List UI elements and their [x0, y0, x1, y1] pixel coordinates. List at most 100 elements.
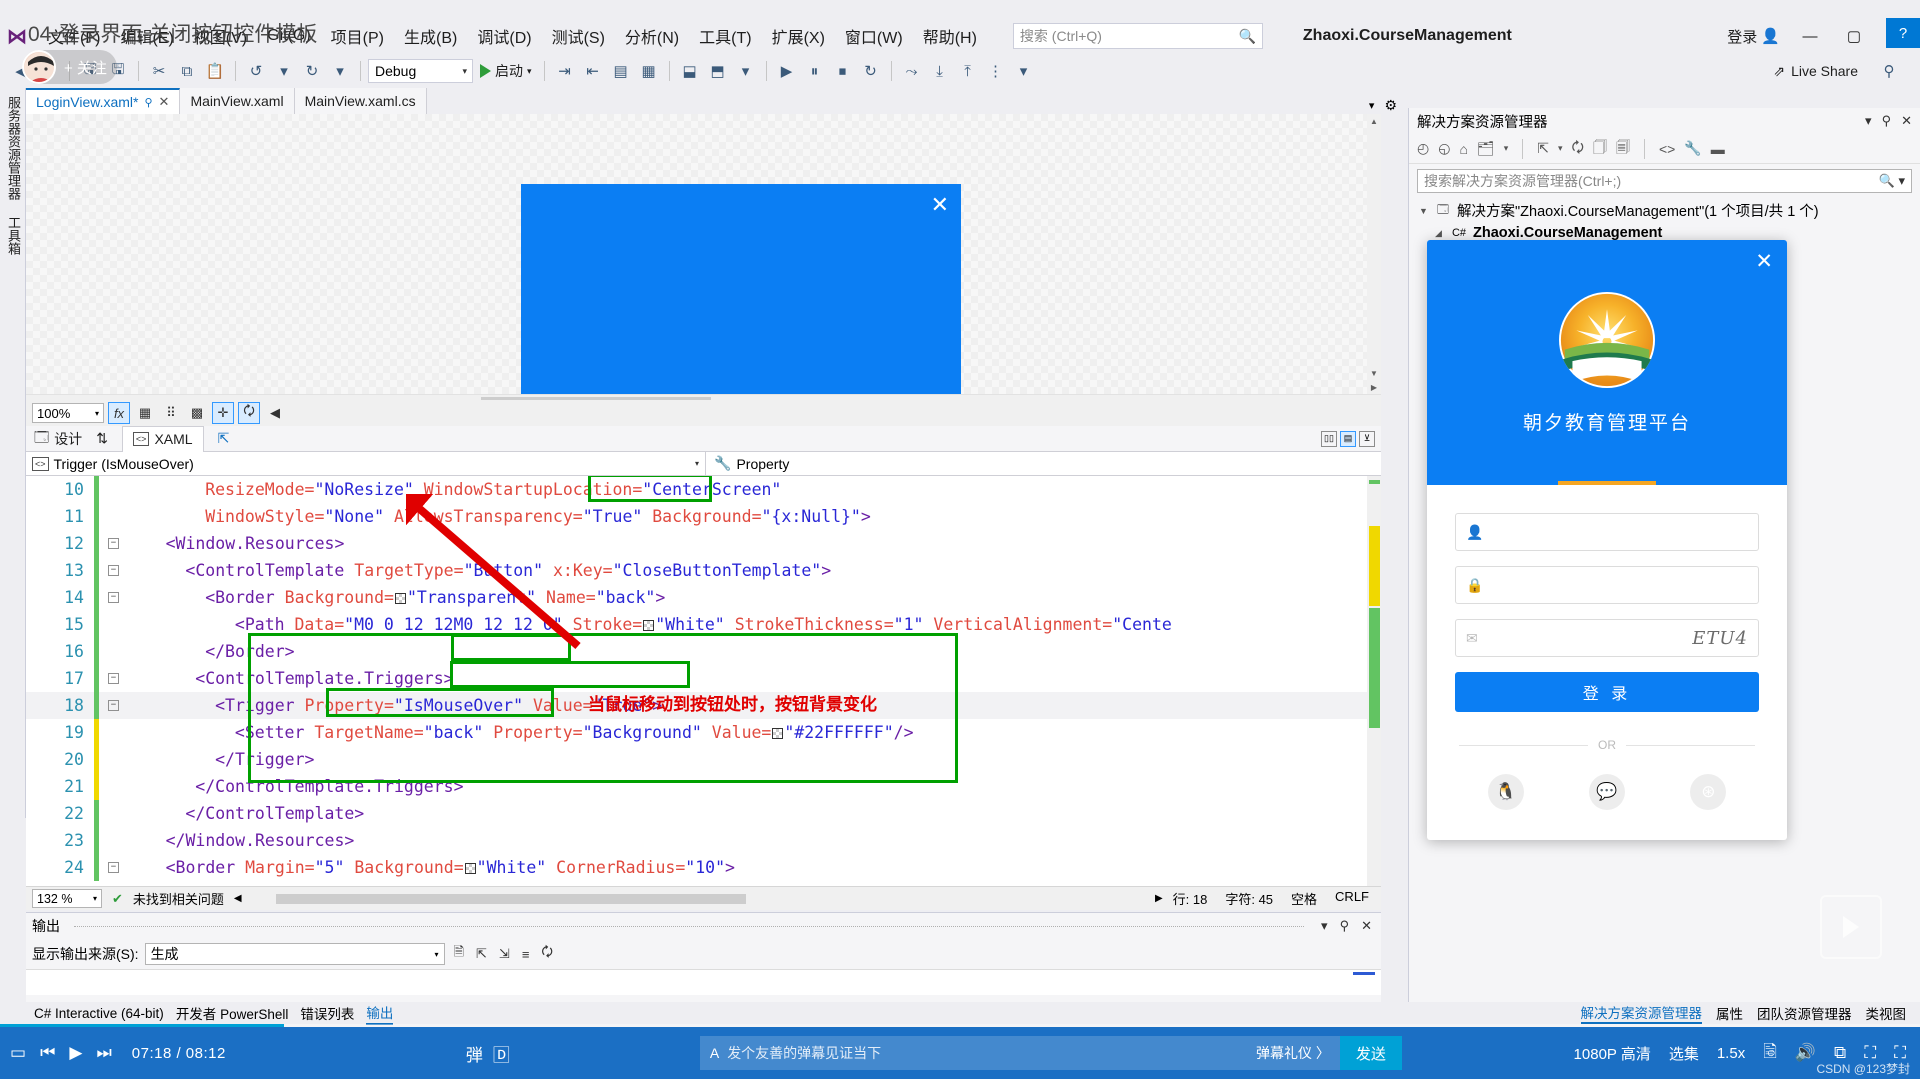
- editor-zoom-select[interactable]: 132 % ▾: [32, 889, 102, 908]
- copy-icon[interactable]: ⧉: [174, 58, 200, 84]
- menu-item-analyze[interactable]: 分析(N): [615, 20, 689, 52]
- menu-item-window[interactable]: 窗口(W): [835, 20, 913, 52]
- scroll-right-icon[interactable]: ▶: [1367, 380, 1381, 394]
- view-code-icon[interactable]: <>: [1659, 141, 1675, 157]
- pin-icon[interactable]: ⚲: [1882, 113, 1892, 129]
- line-ending-indicator[interactable]: CRLF: [1335, 889, 1369, 908]
- properties-icon[interactable]: 🗐: [1616, 137, 1630, 161]
- dock-tab-properties[interactable]: 属性: [1716, 1003, 1743, 1023]
- quick-launch-search[interactable]: 搜索 (Ctrl+Q) 🔍: [1012, 23, 1263, 49]
- dock-tab-output[interactable]: 输出: [366, 1002, 394, 1025]
- play-pause-icon[interactable]: ▶: [69, 1043, 82, 1063]
- close-icon[interactable]: ✕: [1358, 918, 1375, 934]
- toggle-wordwrap-icon[interactable]: ≡: [519, 947, 533, 962]
- tab-design-view[interactable]: 🗔 设计: [34, 427, 82, 451]
- designer-zoom-select[interactable]: 100% ▾: [32, 403, 104, 423]
- step-into-icon[interactable]: ⤓: [927, 58, 953, 84]
- fold-toggle-icon[interactable]: −: [108, 862, 119, 873]
- tab-xaml-view[interactable]: <> XAML: [121, 425, 204, 452]
- rail-tab-server-explorer[interactable]: 服务器资源管理器: [0, 88, 27, 208]
- chevron-down-icon[interactable]: ▾: [1558, 143, 1563, 154]
- start-debug-button[interactable]: 启动 ▾: [475, 61, 537, 81]
- close-icon[interactable]: ✕: [1901, 113, 1912, 129]
- dock-tab-error-list[interactable]: 错误列表: [300, 1003, 354, 1023]
- code-line[interactable]: 20 </Trigger>: [26, 746, 1381, 773]
- pin-icon[interactable]: ⚲: [1337, 918, 1353, 934]
- danmu-input[interactable]: A 发个友善的弹幕见证当下 弹幕礼仪 〉: [699, 1036, 1340, 1070]
- color-swatch-icon[interactable]: [464, 863, 476, 874]
- build-configuration-select[interactable]: Debug ▾: [368, 59, 473, 83]
- element-selector[interactable]: <> Trigger (IsMouseOver) ▾: [26, 451, 706, 476]
- step-run-icon[interactable]: ▶: [774, 58, 800, 84]
- editor-vertical-scrollbar[interactable]: [1367, 476, 1381, 886]
- weibo-icon[interactable]: ⊛: [1690, 774, 1727, 810]
- solution-explorer-row-solution[interactable]: ▼ 🗔 解决方案"Zhaoxi.CourseManagement"(1 个项目/…: [1409, 198, 1920, 223]
- fold-toggle-icon[interactable]: −: [108, 673, 119, 684]
- bookmark-next-icon[interactable]: ▾: [733, 58, 759, 84]
- danmu-style-icon[interactable]: A: [710, 1045, 719, 1061]
- toolbar-overflow-icon[interactable]: ▾: [1011, 58, 1037, 84]
- swap-panes-button[interactable]: ⇅: [96, 430, 108, 447]
- rail-tab-toolbox[interactable]: 工具箱: [0, 208, 27, 263]
- output-source-select[interactable]: 生成 ▾: [144, 943, 445, 965]
- episodes-button[interactable]: 选集: [1669, 1043, 1699, 1064]
- hscroll-right-icon[interactable]: ▶: [1155, 893, 1163, 904]
- home-icon[interactable]: ⌂: [1459, 141, 1467, 157]
- grid-icon[interactable]: ▦: [134, 402, 156, 424]
- maximize-button[interactable]: ▢: [1832, 18, 1876, 54]
- dock-tab-team-explorer[interactable]: 团队资源管理器: [1757, 1003, 1852, 1023]
- nav-forward-icon[interactable]: ◵: [1438, 140, 1450, 157]
- menu-item-help[interactable]: 帮助(H): [913, 20, 987, 52]
- pop-out-button[interactable]: ⇱: [218, 430, 230, 447]
- switch-views-icon[interactable]: 🗂: [1477, 140, 1495, 157]
- step-over-icon[interactable]: ⤳: [899, 58, 925, 84]
- code-line[interactable]: 22 </ControlTemplate>: [26, 800, 1381, 827]
- dock-tab-solution-explorer[interactable]: 解决方案资源管理器: [1580, 1002, 1702, 1024]
- close-icon[interactable]: ✕: [159, 94, 170, 110]
- color-swatch-icon[interactable]: [772, 728, 784, 739]
- bookmark-prev-icon[interactable]: ⬓: [677, 58, 703, 84]
- password-field[interactable]: 🔒: [1455, 566, 1759, 604]
- pause-icon[interactable]: ⏸: [802, 58, 828, 84]
- cut-icon[interactable]: ✂: [146, 58, 172, 84]
- menu-item-extensions[interactable]: 扩展(X): [762, 20, 835, 52]
- playback-speed-button[interactable]: 1.5x: [1717, 1045, 1745, 1062]
- editor-horizontal-scrollbar[interactable]: [257, 891, 1139, 906]
- designer-vertical-scrollbar[interactable]: ▲ ▼ ▶: [1367, 114, 1381, 394]
- help-badge[interactable]: ?: [1886, 18, 1920, 48]
- menu-item-test[interactable]: 测试(S): [542, 20, 615, 52]
- indentation-indicator[interactable]: 空格: [1291, 889, 1317, 908]
- snap-grid-icon[interactable]: ⠿: [160, 402, 182, 424]
- paste-icon[interactable]: 📋: [202, 58, 228, 84]
- color-swatch-icon[interactable]: [643, 620, 655, 631]
- live-share-button[interactable]: ⇗ Live Share: [1773, 63, 1858, 80]
- refresh-icon[interactable]: 🗘: [1571, 137, 1584, 161]
- code-line[interactable]: 12 − <Window.Resources>: [26, 530, 1381, 557]
- fold-toggle-icon[interactable]: −: [108, 565, 119, 576]
- danmu-send-button[interactable]: 发送: [1339, 1036, 1402, 1070]
- code-line[interactable]: 13 − <ControlTemplate TargetType="Button" …: [26, 557, 1381, 584]
- hscroll-left-icon[interactable]: ◀: [234, 893, 242, 904]
- uncomment-icon[interactable]: ▦: [636, 58, 662, 84]
- property-selector[interactable]: 🔧 Property: [706, 455, 789, 472]
- menu-item-debug[interactable]: 调试(D): [467, 20, 541, 52]
- pin-icon[interactable]: ⚲: [144, 96, 152, 109]
- tab-list-dropdown-icon[interactable]: ▾: [1369, 99, 1375, 112]
- panel-menu-icon[interactable]: ▾: [1318, 918, 1331, 934]
- widescreen-icon[interactable]: ▭: [10, 1043, 26, 1063]
- minimize-button[interactable]: —: [1788, 18, 1832, 54]
- qq-icon[interactable]: 🐧: [1487, 774, 1524, 810]
- pin-toolbar-icon[interactable]: ⚲: [1876, 58, 1902, 84]
- code-line[interactable]: 14 − <Border Background= "Transparent" Name…: [26, 584, 1381, 611]
- more-tools-icon[interactable]: ⋮: [983, 58, 1009, 84]
- dock-tab-csharp-interactive[interactable]: C# Interactive (64-bit): [34, 1006, 164, 1021]
- nav-back-icon[interactable]: ◴: [1417, 140, 1429, 157]
- wechat-icon[interactable]: 💬: [1588, 774, 1625, 810]
- uploader-follow-control[interactable]: + 关注: [22, 50, 117, 84]
- danmu-etiquette-link[interactable]: 弹幕礼仪 〉: [1256, 1043, 1330, 1063]
- reload-designer-icon[interactable]: 🗘: [238, 402, 260, 424]
- fold-toggle-icon[interactable]: −: [108, 538, 119, 549]
- fold-toggle-icon[interactable]: −: [108, 700, 119, 711]
- code-line[interactable]: 11 WindowStyle="None" AllowsTransparency=…: [26, 503, 1381, 530]
- clear-all-icon[interactable]: 🗎: [451, 943, 467, 965]
